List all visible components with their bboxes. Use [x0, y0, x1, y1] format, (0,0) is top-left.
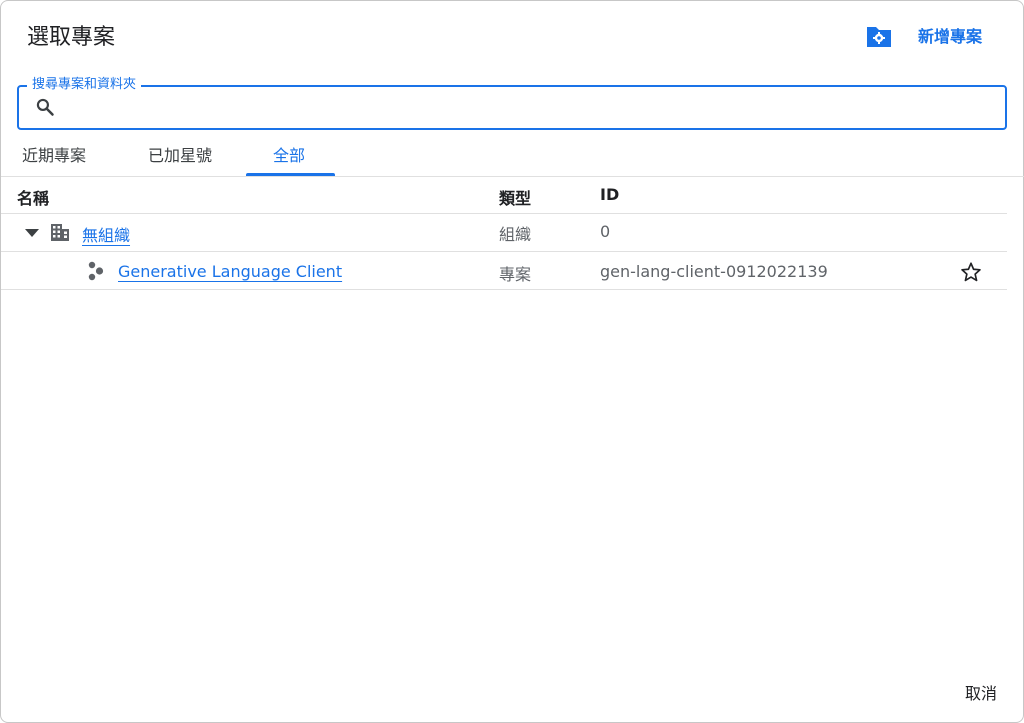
row-type: 專案 [499, 265, 532, 284]
search-label: 搜尋專案和資料夾 [27, 77, 142, 93]
tab-starred[interactable]: 已加星號 [148, 142, 212, 166]
table-header: 名稱 類型 ID [1, 177, 1007, 214]
tab-bar: 近期專案 已加星號 全部 [1, 138, 1024, 177]
row-id: 0 [600, 222, 611, 241]
manage-folder-button[interactable] [865, 23, 893, 49]
row-type: 組織 [499, 225, 532, 244]
organization-name-link[interactable]: 無組織 [82, 222, 130, 246]
active-tab-indicator [246, 173, 335, 176]
search-icon [36, 98, 54, 116]
new-project-button[interactable]: 新增專案 [918, 23, 982, 47]
folder-settings-icon [867, 27, 891, 47]
star-icon[interactable] [960, 261, 982, 283]
row-id: gen-lang-client-0912022139 [600, 262, 828, 281]
search-input[interactable] [63, 93, 993, 121]
organization-icon [51, 224, 69, 241]
select-project-dialog: 選取專案 新增專案 搜尋專案和資料夾 近期專案 已加星號 全部 名稱 類型 ID [0, 0, 1024, 723]
column-header-name: 名稱 [17, 189, 50, 208]
dialog-title: 選取專案 [27, 25, 116, 50]
column-header-type: 類型 [499, 189, 532, 208]
cancel-button[interactable]: 取消 [965, 680, 997, 704]
table-row: Generative Language Client 專案 gen-lang-c… [1, 252, 1007, 290]
tab-recent[interactable]: 近期專案 [22, 142, 86, 166]
column-header-id: ID [600, 185, 620, 204]
project-name-link[interactable]: Generative Language Client [118, 262, 342, 281]
tab-all[interactable]: 全部 [273, 142, 305, 166]
project-icon [88, 261, 104, 281]
table-row: 無組織 組織 0 [1, 214, 1007, 252]
expand-triangle-icon[interactable] [24, 226, 40, 240]
